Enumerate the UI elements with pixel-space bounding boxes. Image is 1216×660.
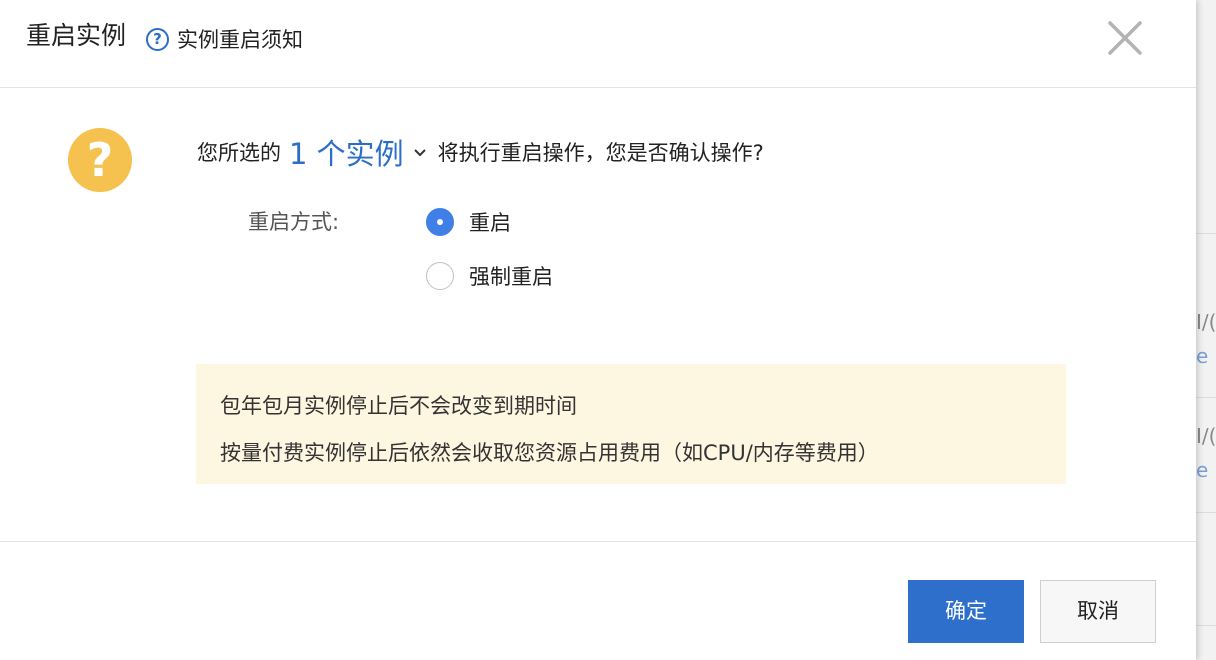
- radio-button-checked[interactable]: [426, 208, 454, 236]
- billing-notice: 包年包月实例停止后不会改变到期时间 按量付费实例停止后依然会收取您资源占用费用（…: [196, 364, 1066, 484]
- radio-restart-label: 重启: [469, 211, 511, 235]
- bg-row-divider: [1196, 625, 1216, 626]
- radio-force-restart-label: 强制重启: [469, 265, 553, 289]
- confirm-button[interactable]: 确定: [908, 580, 1024, 643]
- restart-notes-label: 实例重启须知: [177, 28, 303, 52]
- chevron-down-icon[interactable]: [412, 144, 428, 160]
- bg-row-text: I/(: [1196, 310, 1216, 334]
- background-page: I/( e I/( e: [1196, 0, 1216, 660]
- question-circle-icon: ?: [146, 27, 169, 51]
- notice-line: 包年包月实例停止后不会改变到期时间: [220, 394, 577, 418]
- bg-row-divider: [1196, 512, 1216, 513]
- close-button[interactable]: [1105, 18, 1145, 58]
- footer-divider: [0, 541, 1196, 542]
- close-x-icon: [1108, 21, 1142, 55]
- confirm-message: 您所选的 1 个实例 将执行重启操作，您是否确认操作?: [197, 130, 764, 174]
- restart-instance-dialog: 重启实例 ? 实例重启须知 ? 您所选的 1 个实例 将执行重启操作，您是否确认…: [0, 0, 1196, 660]
- dialog-header: 重启实例 ? 实例重启须知: [0, 0, 1196, 87]
- bg-row-link[interactable]: e: [1196, 344, 1208, 368]
- question-mark-icon: ?: [68, 128, 132, 192]
- notice-line: 按量付费实例停止后依然会收取您资源占用费用（如CPU/内存等费用）: [220, 441, 879, 465]
- bg-row-text: I/(: [1196, 424, 1216, 448]
- radio-button-unchecked[interactable]: [426, 262, 454, 290]
- radio-force-restart[interactable]: 强制重启: [426, 261, 553, 291]
- restart-notes-link[interactable]: ? 实例重启须知: [146, 24, 303, 54]
- header-divider: [0, 87, 1196, 88]
- confirm-prefix: 您所选的: [197, 141, 281, 165]
- bg-row-divider: [1196, 397, 1216, 398]
- dialog-title: 重启实例: [26, 21, 127, 50]
- bg-row-divider: [1196, 233, 1216, 234]
- restart-method-label: 重启方式:: [248, 210, 340, 234]
- cancel-button[interactable]: 取消: [1040, 580, 1156, 643]
- confirm-suffix: 将执行重启操作，您是否确认操作?: [437, 141, 764, 165]
- instance-count-link[interactable]: 1 个实例: [289, 131, 404, 173]
- radio-restart[interactable]: 重启: [426, 207, 511, 237]
- bg-row-link[interactable]: e: [1196, 458, 1208, 482]
